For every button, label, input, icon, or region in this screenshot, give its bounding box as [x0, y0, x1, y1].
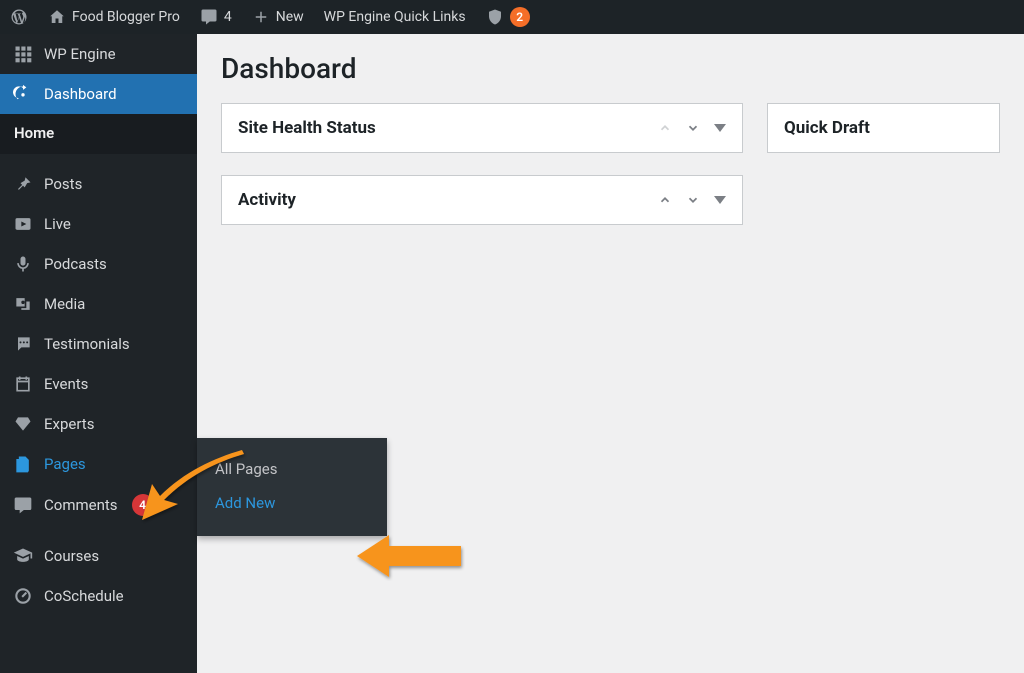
- sidebar-item-label: Live: [44, 215, 71, 233]
- testimonials-icon: [12, 334, 34, 354]
- admin-sidebar: WP Engine Dashboard Home Posts Live: [0, 34, 197, 673]
- microphone-icon: [12, 254, 34, 274]
- sidebar-item-label: Experts: [44, 415, 94, 433]
- sidebar-item-label: Events: [44, 375, 88, 393]
- sidebar-item-label: Dashboard: [44, 85, 117, 103]
- pin-icon: [12, 174, 34, 194]
- move-down-button[interactable]: [686, 121, 700, 135]
- dashboard-panels: Site Health Status Activity: [221, 103, 1000, 225]
- media-icon: [12, 294, 34, 314]
- panel-title: Quick Draft: [784, 118, 870, 138]
- coschedule-icon: [12, 586, 34, 606]
- sidebar-item-label: Courses: [44, 547, 99, 565]
- sidebar-item-experts[interactable]: Experts: [0, 404, 197, 444]
- sidebar-item-live[interactable]: Live: [0, 204, 197, 244]
- new-content-link[interactable]: New: [242, 0, 314, 34]
- sidebar-item-label: Podcasts: [44, 255, 107, 273]
- diamond-icon: [12, 414, 34, 434]
- comments-count-badge: 4: [132, 494, 154, 516]
- comments-link[interactable]: 4: [190, 0, 242, 34]
- plus-icon: [252, 8, 270, 26]
- page-title: Dashboard: [221, 52, 1000, 85]
- separator: [0, 526, 197, 536]
- sidebar-item-events[interactable]: Events: [0, 364, 197, 404]
- wpe-quick-links[interactable]: WP Engine Quick Links: [314, 0, 476, 34]
- wordpress-icon: [10, 8, 28, 26]
- wpe-quick-links-label: WP Engine Quick Links: [324, 9, 466, 25]
- pages-icon: [12, 454, 34, 474]
- panel-quick-draft: Quick Draft: [767, 103, 1000, 153]
- separator: [0, 154, 197, 164]
- panel-title: Site Health Status: [238, 118, 376, 138]
- sidebar-item-podcasts[interactable]: Podcasts: [0, 244, 197, 284]
- sidebar-subitem-home[interactable]: Home: [0, 114, 197, 154]
- toggle-panel-button[interactable]: [714, 196, 726, 204]
- sidebar-item-comments[interactable]: Comments 4: [0, 484, 197, 526]
- comment-count: 4: [224, 9, 232, 25]
- site-name-link[interactable]: Food Blogger Pro: [38, 0, 190, 34]
- play-icon: [12, 214, 34, 234]
- sidebar-item-label: WP Engine: [44, 45, 116, 63]
- sidebar-item-testimonials[interactable]: Testimonials: [0, 324, 197, 364]
- sidebar-item-coschedule[interactable]: CoSchedule: [0, 576, 197, 616]
- sidebar-item-dashboard[interactable]: Dashboard: [0, 74, 197, 114]
- sidebar-item-label: Media: [44, 295, 85, 313]
- toggle-panel-button[interactable]: [714, 124, 726, 132]
- notifications[interactable]: 2: [476, 0, 540, 34]
- sidebar-item-courses[interactable]: Courses: [0, 536, 197, 576]
- panel-title: Activity: [238, 190, 296, 210]
- panel-site-health: Site Health Status: [221, 103, 743, 153]
- shield-icon: [486, 8, 504, 26]
- move-up-button[interactable]: [658, 193, 672, 207]
- move-down-button[interactable]: [686, 193, 700, 207]
- sidebar-item-label: Posts: [44, 175, 82, 193]
- comment-icon: [200, 8, 218, 26]
- site-name-label: Food Blogger Pro: [72, 9, 180, 25]
- dashboard-icon: [12, 84, 34, 104]
- sidebar-item-label: Testimonials: [44, 335, 130, 353]
- admin-bar: Food Blogger Pro 4 New WP Engine Quick L…: [0, 0, 1024, 34]
- notification-badge: 2: [510, 7, 530, 27]
- comment-icon: [12, 495, 34, 515]
- sidebar-item-posts[interactable]: Posts: [0, 164, 197, 204]
- sidebar-item-wp-engine[interactable]: WP Engine: [0, 34, 197, 74]
- sidebar-item-label: Comments: [44, 496, 118, 514]
- wp-logo[interactable]: [0, 0, 38, 34]
- sidebar-item-label: Pages: [44, 455, 86, 473]
- main-content: Dashboard Site Health Status Ac: [197, 34, 1024, 673]
- graduation-cap-icon: [12, 546, 34, 566]
- sidebar-item-label: CoSchedule: [44, 587, 124, 605]
- calendar-icon: [12, 374, 34, 394]
- panel-activity: Activity: [221, 175, 743, 225]
- sidebar-item-media[interactable]: Media: [0, 284, 197, 324]
- home-icon: [48, 8, 66, 26]
- wp-engine-icon: [12, 44, 34, 64]
- new-content-label: New: [276, 9, 304, 25]
- sidebar-item-pages[interactable]: Pages All Pages Add New: [0, 444, 197, 484]
- sidebar-subitem-label: Home: [14, 124, 54, 142]
- move-up-button[interactable]: [658, 121, 672, 135]
